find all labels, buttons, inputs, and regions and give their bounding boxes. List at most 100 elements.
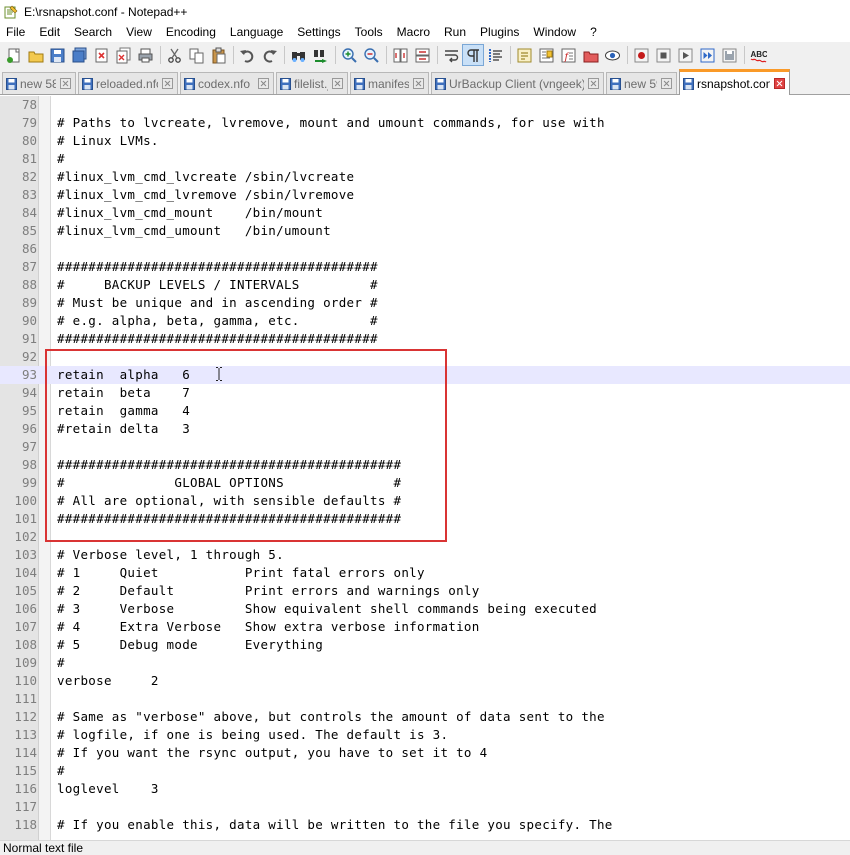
editor-line[interactable]: 86 — [0, 240, 850, 258]
tab-close-icon[interactable] — [413, 78, 424, 89]
editor-line[interactable]: 98 ######################################… — [0, 456, 850, 474]
line-text[interactable]: # 2 Default Print errors and warnings on… — [57, 582, 480, 600]
editor-line[interactable]: 118 # If you enable this, data will be wr… — [0, 816, 850, 834]
line-text[interactable]: # Linux LVMs. — [57, 132, 159, 150]
define-language-button[interactable] — [514, 45, 534, 65]
editor-line[interactable]: 102 — [0, 528, 850, 546]
menu-help[interactable]: ? — [583, 23, 604, 42]
line-text[interactable]: ########################################… — [57, 330, 378, 348]
play-macro-button[interactable] — [675, 45, 695, 65]
line-text[interactable]: # If you want the rsync output, you have… — [57, 744, 487, 762]
line-text[interactable]: # — [57, 150, 65, 168]
editor-line[interactable]: 105 # 2 Default Print errors and warnings… — [0, 582, 850, 600]
editor-line[interactable]: 78 — [0, 96, 850, 114]
menu-run[interactable]: Run — [437, 23, 473, 42]
editor-line[interactable]: 108 # 5 Debug mode Everything — [0, 636, 850, 654]
tab-reloaded-nfo[interactable]: reloaded.nfo — [78, 72, 178, 94]
find-button[interactable] — [288, 45, 308, 65]
editor-line[interactable]: 114 # If you want the rsync output, you h… — [0, 744, 850, 762]
editor-line[interactable]: 110 verbose 2 — [0, 672, 850, 690]
editor-line[interactable]: 104 # 1 Quiet Print fatal errors only — [0, 564, 850, 582]
replace-button[interactable] — [310, 45, 330, 65]
line-text[interactable]: ########################################… — [57, 258, 378, 276]
tab-close-icon[interactable] — [661, 78, 672, 89]
menu-macro[interactable]: Macro — [390, 23, 437, 42]
paste-button[interactable] — [208, 45, 228, 65]
editor-line[interactable]: 116 loglevel 3 — [0, 780, 850, 798]
record-macro-button[interactable] — [631, 45, 651, 65]
line-text[interactable]: # e.g. alpha, beta, gamma, etc. # — [57, 312, 378, 330]
tab-close-icon[interactable] — [774, 78, 785, 89]
editor-line[interactable]: 103 # Verbose level, 1 through 5. — [0, 546, 850, 564]
spell-check-button[interactable]: ABC — [748, 45, 768, 65]
line-text[interactable]: # — [57, 654, 65, 672]
line-text[interactable]: retain gamma 4 — [57, 402, 190, 420]
tab-close-icon[interactable] — [332, 78, 343, 89]
menu-language[interactable]: Language — [223, 23, 290, 42]
editor-line[interactable]: 82 #linux_lvm_cmd_lvcreate /sbin/lvcreate — [0, 168, 850, 186]
line-text[interactable]: # 5 Debug mode Everything — [57, 636, 323, 654]
editor-line[interactable]: 109 # — [0, 654, 850, 672]
copy-button[interactable] — [186, 45, 206, 65]
editor-line[interactable]: 90 # e.g. alpha, beta, gamma, etc. # — [0, 312, 850, 330]
editor-line[interactable]: 95 retain gamma 4 — [0, 402, 850, 420]
tab-codex-nfo[interactable]: codex.nfo — [180, 72, 274, 94]
line-text[interactable]: # 4 Extra Verbose Show extra verbose inf… — [57, 618, 480, 636]
menu-encoding[interactable]: Encoding — [159, 23, 223, 42]
tab-manifest[interactable]: manifest — [350, 72, 429, 94]
tab-urbackup-client-vngeek-sh[interactable]: UrBackup Client (vngeek).sh — [431, 72, 604, 94]
tab-filelist-json[interactable]: filelist.json — [276, 72, 348, 94]
editor-line[interactable]: 94 retain beta 7 — [0, 384, 850, 402]
line-text[interactable]: #linux_lvm_cmd_mount /bin/mount — [57, 204, 323, 222]
menu-plugins[interactable]: Plugins — [473, 23, 526, 42]
editor-line[interactable]: 96 #retain delta 3 — [0, 420, 850, 438]
tab-close-icon[interactable] — [162, 78, 173, 89]
close-all-button[interactable] — [113, 45, 133, 65]
editor-line[interactable]: 106 # 3 Verbose Show equivalent shell com… — [0, 600, 850, 618]
zoom-out-button[interactable] — [361, 45, 381, 65]
stop-macro-button[interactable] — [653, 45, 673, 65]
menu-file[interactable]: File — [0, 23, 32, 42]
word-wrap-button[interactable] — [441, 45, 461, 65]
menu-edit[interactable]: Edit — [32, 23, 67, 42]
editor[interactable]: 78 79 # Paths to lvcreate, lvremove, mount… — [0, 96, 850, 840]
function-list-button[interactable]: f — [558, 45, 578, 65]
line-text[interactable]: # Verbose level, 1 through 5. — [57, 546, 284, 564]
line-text[interactable]: ########################################… — [57, 456, 401, 474]
line-text[interactable]: # Paths to lvcreate, lvremove, mount and… — [57, 114, 605, 132]
redo-button[interactable] — [259, 45, 279, 65]
editor-line[interactable]: 92 — [0, 348, 850, 366]
new-file-button[interactable] — [3, 45, 23, 65]
tab-new-58[interactable]: new 58 — [2, 72, 76, 94]
sync-horizontal-button[interactable] — [412, 45, 432, 65]
menu-view[interactable]: View — [119, 23, 159, 42]
show-all-chars-button[interactable] — [462, 44, 484, 66]
line-text[interactable]: # If you enable this, data will be writt… — [57, 816, 613, 834]
tab-close-icon[interactable] — [60, 78, 71, 89]
editor-line[interactable]: 111 — [0, 690, 850, 708]
run-macro-multiple-button[interactable] — [697, 45, 717, 65]
editor-line[interactable]: 87 ######################################… — [0, 258, 850, 276]
undo-button[interactable] — [237, 45, 257, 65]
line-text[interactable]: # Must be unique and in ascending order … — [57, 294, 378, 312]
line-text[interactable]: verbose 2 — [57, 672, 159, 690]
line-text[interactable]: # Same as "verbose" above, but controls … — [57, 708, 605, 726]
open-file-button[interactable] — [25, 45, 45, 65]
editor-line[interactable]: 100 # All are optional, with sensible def… — [0, 492, 850, 510]
editor-line[interactable]: 85 #linux_lvm_cmd_umount /bin/umount — [0, 222, 850, 240]
save-macro-button[interactable] — [719, 45, 739, 65]
line-text[interactable]: #linux_lvm_cmd_umount /bin/umount — [57, 222, 331, 240]
menu-tools[interactable]: Tools — [348, 23, 390, 42]
editor-line[interactable]: 81 # — [0, 150, 850, 168]
line-text[interactable]: ########################################… — [57, 510, 401, 528]
line-text[interactable]: # GLOBAL OPTIONS # — [57, 474, 401, 492]
tab-rsnapshot-conf[interactable]: rsnapshot.conf — [679, 69, 790, 95]
editor-line[interactable]: 84 #linux_lvm_cmd_mount /bin/mount — [0, 204, 850, 222]
editor-line[interactable]: 80 # Linux LVMs. — [0, 132, 850, 150]
line-text[interactable]: retain beta 7 — [57, 384, 190, 402]
save-all-button[interactable] — [69, 45, 89, 65]
line-text[interactable]: #linux_lvm_cmd_lvcreate /sbin/lvcreate — [57, 168, 354, 186]
editor-line[interactable]: 91 ######################################… — [0, 330, 850, 348]
editor-line[interactable]: 112 # Same as "verbose" above, but contro… — [0, 708, 850, 726]
editor-line[interactable]: 99 # GLOBAL OPTIONS # — [0, 474, 850, 492]
